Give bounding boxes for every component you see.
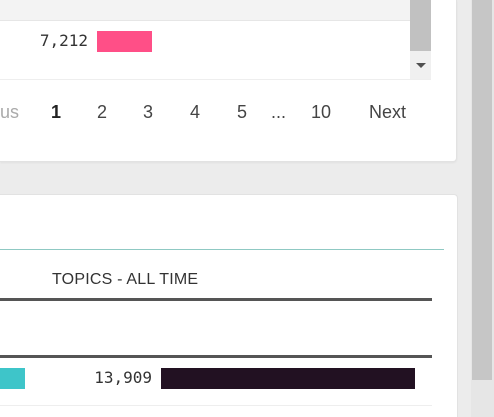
bottom-card: TOPICS - ALL TIME 13,909 — [0, 194, 458, 417]
column-header-topics[interactable]: TOPICS - ALL TIME — [52, 271, 198, 289]
scrollbar-thumb[interactable] — [410, 0, 431, 51]
section-divider — [0, 249, 444, 250]
next-button[interactable]: Next — [369, 100, 406, 124]
scrollbar-thumb[interactable] — [472, 0, 492, 380]
page-ellipsis: ... — [271, 102, 287, 122]
page-4-button[interactable]: 4 — [190, 100, 200, 124]
pagination: us 1 2 3 4 5 ... 10 Next — [0, 100, 456, 124]
table-scrollbar[interactable] — [410, 0, 431, 79]
previous-button[interactable]: us — [0, 100, 19, 124]
value-bar — [97, 31, 152, 52]
top-table: 7,212 — [0, 0, 431, 80]
row-value: 13,909 — [94, 368, 152, 387]
teal-bar — [0, 368, 25, 389]
header-rule — [0, 298, 432, 301]
page-5-button[interactable]: 5 — [237, 100, 247, 124]
table-row: 7,212 — [0, 21, 410, 61]
table-row — [0, 0, 410, 21]
page-scrollbar[interactable] — [471, 0, 494, 417]
page-2-button[interactable]: 2 — [97, 100, 107, 124]
top-card: 7,212 us 1 2 3 4 5 ... 10 Next — [0, 0, 457, 162]
row-value: 7,212 — [39, 31, 88, 50]
page-3-button[interactable]: 3 — [143, 100, 153, 124]
page-1-button[interactable]: 1 — [51, 100, 61, 124]
value-bar — [161, 368, 415, 389]
table-row: 13,909 — [0, 358, 432, 406]
chevron-down-icon[interactable] — [416, 63, 426, 68]
page-10-button[interactable]: 10 — [311, 100, 331, 124]
